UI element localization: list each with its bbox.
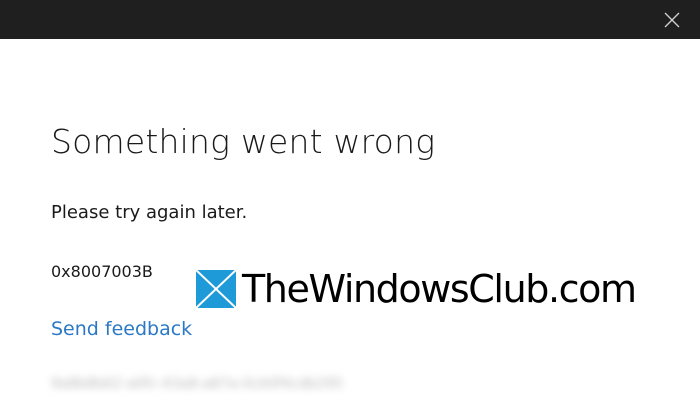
dialog-title: Something went wrong bbox=[51, 122, 436, 161]
send-feedback-link[interactable]: Send feedback bbox=[51, 318, 192, 340]
dialog-content: Something went wrong Please try again la… bbox=[51, 0, 671, 400]
error-code: 0x8007003B bbox=[51, 262, 153, 281]
watermark-text: TheWindowsClub.com bbox=[242, 267, 637, 311]
correlation-id: 9a8b8b62-a0fc-43a8-a87a-0cb0f4cdb295 bbox=[51, 376, 343, 392]
error-message: Please try again later. bbox=[51, 202, 248, 223]
windows-logo-icon bbox=[196, 270, 236, 308]
watermark: TheWindowsClub.com bbox=[196, 267, 637, 311]
